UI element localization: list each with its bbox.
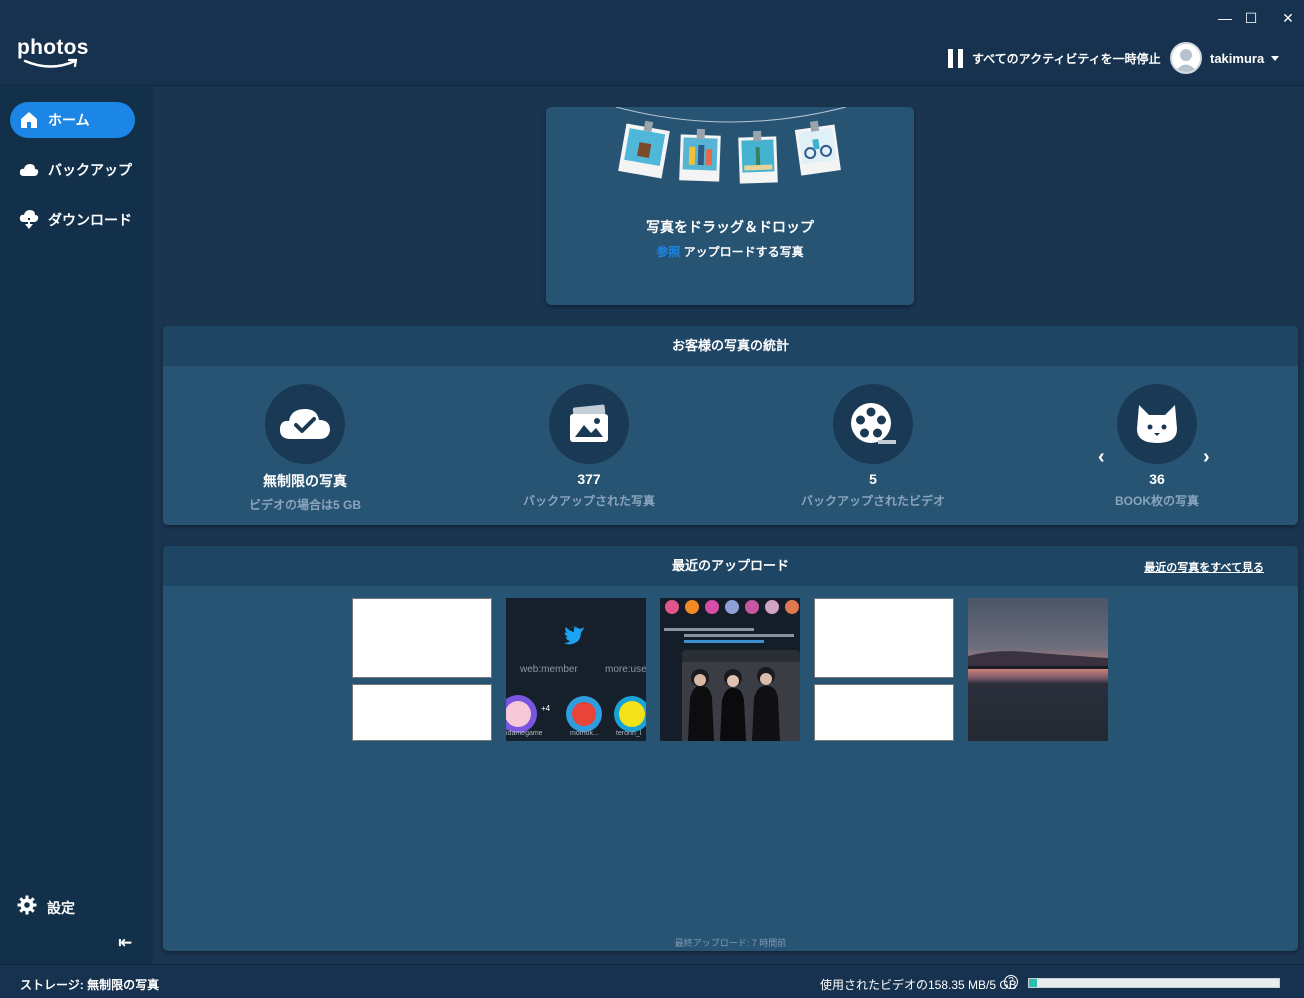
gear-icon bbox=[17, 895, 37, 920]
status-bar: ストレージ: 無制限の写真 使用されたビデオの158.35 MB/5 GB ? bbox=[0, 964, 1304, 998]
logo-text: photos bbox=[17, 36, 89, 59]
stat-value: 5 bbox=[869, 471, 877, 487]
sidebar-item-home[interactable]: ホーム bbox=[10, 102, 135, 138]
cloud-download-icon bbox=[18, 209, 40, 231]
photo-icon bbox=[549, 384, 629, 464]
stats-panel: お客様の写真の統計 無制限の写真 ビデオの場合は5 GB 377 バックアップさ… bbox=[163, 326, 1298, 525]
sidebar-item-label: バックアップ bbox=[48, 162, 132, 178]
usage-progress-fill bbox=[1029, 979, 1037, 987]
collapse-sidebar-button[interactable]: ⇤ bbox=[118, 933, 132, 953]
stat-photos: 377 バックアップされた写真 bbox=[489, 384, 689, 509]
polaroid-illustration bbox=[615, 107, 847, 184]
minimize-button[interactable]: — bbox=[1215, 8, 1235, 28]
sidebar-item-backup[interactable]: バックアップ bbox=[10, 152, 135, 188]
stats-title: お客様の写真の統計 bbox=[671, 338, 789, 353]
app-logo: photos bbox=[17, 36, 89, 70]
see-all-link[interactable]: 最近の写真をすべて見る bbox=[1144, 559, 1264, 575]
chevron-down-icon bbox=[1271, 55, 1280, 61]
stat-unlimited: 無制限の写真 ビデオの場合は5 GB bbox=[205, 384, 405, 513]
sidebar-item-label: ダウンロード bbox=[48, 212, 132, 228]
user-name: takimura bbox=[1210, 50, 1265, 66]
settings-label: 設定 bbox=[47, 899, 75, 916]
thumbnail[interactable] bbox=[352, 598, 492, 741]
stat-value: 無制限の写真 bbox=[263, 473, 347, 489]
avatar bbox=[1170, 42, 1202, 74]
recent-title: 最近のアップロード bbox=[671, 558, 789, 573]
thumb-text: more:user bbox=[605, 664, 646, 675]
thumb-text: web:member bbox=[520, 664, 578, 675]
user-menu[interactable]: takimura bbox=[1170, 42, 1280, 74]
stat-label: バックアップされた写真 bbox=[522, 494, 655, 508]
drop-suffix: アップロードする写真 bbox=[680, 245, 804, 259]
thumb-text: teronn_l bbox=[616, 730, 642, 737]
recent-thumbnails: web:member more:user +4 idamegame momok.… bbox=[352, 598, 1108, 741]
thumbnail[interactable] bbox=[814, 598, 954, 741]
last-upload-text: 最終アップロード: 7 時間前 bbox=[674, 938, 787, 948]
sunset-lake-image bbox=[968, 598, 1108, 741]
stats-prev-arrow[interactable]: ‹ bbox=[1098, 446, 1105, 469]
film-reel-icon bbox=[833, 384, 913, 464]
thumb-text: momok... bbox=[570, 730, 599, 737]
pause-icon bbox=[948, 48, 963, 68]
cat-icon bbox=[1117, 384, 1197, 464]
video-usage-text: 使用されたビデオの158.35 MB/5 GB bbox=[820, 978, 1017, 992]
sidebar: ホーム バックアップ ダウンロード 設定 ⇤ bbox=[0, 87, 153, 964]
stats-next-arrow[interactable]: › bbox=[1203, 446, 1210, 469]
stat-label: ビデオの場合は5 GB bbox=[248, 498, 361, 512]
sidebar-item-download[interactable]: ダウンロード bbox=[10, 202, 135, 238]
cloud-icon bbox=[18, 159, 40, 181]
main-content: 写真をドラッグ＆ドロップ 参照 アップロードする写真 お客様の写真の統計 無制限… bbox=[153, 87, 1304, 964]
cloud-check-icon bbox=[265, 384, 345, 464]
browse-link[interactable]: 参照 bbox=[656, 245, 680, 259]
stat-videos: 5 バックアップされたビデオ bbox=[773, 384, 973, 509]
thumb-badge: +4 bbox=[541, 704, 551, 713]
sidebar-item-label: ホーム bbox=[48, 112, 90, 128]
home-icon bbox=[18, 109, 40, 131]
drop-title: 写真をドラッグ＆ドロップ bbox=[646, 219, 814, 235]
help-icon[interactable]: ? bbox=[1004, 975, 1018, 989]
pause-all-button[interactable]: すべてのアクティビティを一時停止 bbox=[948, 48, 1161, 68]
title-bar: — ☐ ✕ photos すべてのアクティビティを一時停止 takimura bbox=[0, 0, 1304, 86]
thumb-text: idamegame bbox=[506, 730, 543, 737]
recent-uploads-panel: 最近のアップロード 最近の写真をすべて見る web:member more:us… bbox=[163, 546, 1298, 951]
maximize-button[interactable]: ☐ bbox=[1241, 8, 1261, 28]
usage-progress-bar bbox=[1028, 978, 1280, 988]
drop-subtitle: 参照 アップロードする写真 bbox=[546, 243, 914, 260]
storage-text: ストレージ: 無制限の写真 bbox=[20, 978, 160, 992]
pause-label: すべてのアクティビティを一時停止 bbox=[972, 51, 1161, 66]
stat-label: BOOK枚の写真 bbox=[1114, 494, 1199, 508]
stat-label: バックアップされたビデオ bbox=[800, 494, 945, 508]
stat-value: 377 bbox=[577, 471, 601, 487]
stat-value: 36 bbox=[1149, 471, 1165, 487]
thumbnail[interactable] bbox=[660, 598, 800, 741]
group-photo-image bbox=[664, 600, 800, 741]
stats-panel-header: お客様の写真の統計 bbox=[163, 326, 1298, 366]
stat-book: 36 BOOK枚の写真 bbox=[1057, 384, 1257, 509]
thumbnail[interactable]: web:member more:user +4 idamegame momok.… bbox=[506, 598, 646, 741]
drop-zone[interactable]: 写真をドラッグ＆ドロップ 参照 アップロードする写真 bbox=[546, 107, 914, 305]
recent-panel-header: 最近のアップロード 最近の写真をすべて見る bbox=[163, 546, 1298, 586]
close-button[interactable]: ✕ bbox=[1278, 8, 1298, 28]
thumbnail[interactable] bbox=[968, 598, 1108, 741]
settings-button[interactable]: 設定 bbox=[17, 895, 75, 920]
